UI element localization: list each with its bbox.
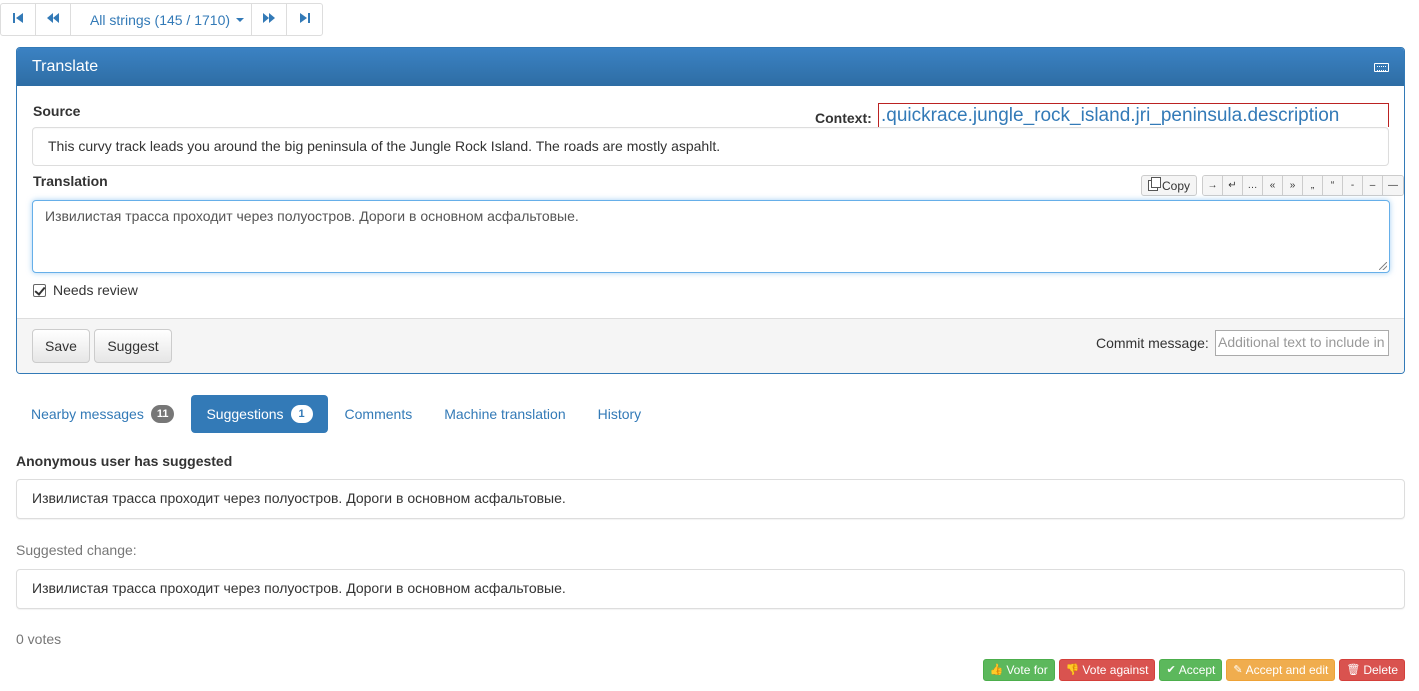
delete-label: Delete	[1363, 663, 1398, 677]
next-string-button[interactable]	[252, 4, 287, 35]
previous-icon	[46, 12, 60, 27]
accept-and-edit-label: Accept and edit	[1245, 663, 1329, 677]
suggested-change-box: Извилистая трасса проходит через полуост…	[16, 569, 1405, 609]
last-string-button[interactable]	[287, 4, 322, 35]
insert-char-button[interactable]: …	[1243, 176, 1263, 195]
accept-label: Accept	[1178, 663, 1216, 677]
source-text: This curvy track leads you around the bi…	[48, 138, 721, 154]
commit-message-input[interactable]: Additional text to include in	[1215, 330, 1389, 356]
translation-label: Translation	[33, 173, 108, 189]
suggestion-actions: 👍 Vote for 👎 Vote against ✔ Accept ✎ Acc…	[982, 659, 1405, 681]
last-icon	[299, 12, 311, 27]
accept-button[interactable]: ✔ Accept	[1159, 659, 1223, 681]
tab-nearby-messages[interactable]: Nearby messages 11	[16, 395, 189, 433]
source-label: Source	[33, 103, 81, 119]
special-characters-toolbar: → ↵ … « » „ “ ‑ – —	[1202, 175, 1404, 196]
thumbs-down-icon: 👎	[1065, 663, 1080, 676]
panel-title: Translate	[32, 58, 99, 75]
votes-count: 0 votes	[16, 631, 62, 647]
tab-label: Suggestions	[206, 406, 284, 422]
translate-panel: Translate Source This curvy track leads …	[16, 47, 1405, 374]
suggestion-text-box: Извилистая трасса проходит через полуост…	[16, 479, 1405, 519]
vote-for-button[interactable]: 👍 Vote for	[982, 659, 1055, 681]
string-position-dropdown[interactable]: All strings (145 / 1710)	[71, 4, 252, 35]
source-text-box: This curvy track leads you around the bi…	[32, 127, 1389, 166]
keyboard-icon[interactable]	[1374, 63, 1389, 72]
insert-char-button[interactable]: →	[1203, 176, 1223, 195]
tab-label: Nearby messages	[31, 406, 144, 422]
tab-label: History	[597, 406, 642, 422]
tab-machine-translation[interactable]: Machine translation	[429, 395, 580, 433]
save-button[interactable]: Save	[32, 329, 90, 363]
pencil-icon: ✎	[1233, 663, 1243, 676]
panel-footer: Save Suggest Commit message: Additional …	[17, 318, 1404, 373]
suggest-button[interactable]: Suggest	[94, 329, 172, 363]
chevron-down-icon	[236, 17, 245, 22]
context-value: .quickrace.jungle_rock_island.jri_penins…	[878, 103, 1389, 127]
copy-button[interactable]: Copy	[1141, 175, 1198, 196]
suggestion-heading: Anonymous user has suggested	[16, 453, 233, 469]
insert-char-button[interactable]: “	[1323, 176, 1343, 195]
delete-button[interactable]: 🗑 Delete	[1339, 659, 1405, 681]
needs-review-label: Needs review	[53, 282, 138, 298]
suggested-change-label: Suggested change:	[16, 542, 137, 558]
vote-for-label: Vote for	[1006, 663, 1048, 677]
needs-review-row: Needs review	[33, 282, 138, 298]
translation-textarea[interactable]: Извилистая трасса проходит через полуост…	[32, 200, 1390, 273]
check-icon: ✔	[1166, 663, 1176, 676]
string-pager: All strings (145 / 1710)	[0, 3, 323, 36]
resize-handle-icon[interactable]	[1379, 262, 1387, 270]
panel-header: Translate	[17, 48, 1404, 86]
context-label: Context:	[815, 110, 872, 126]
commit-message-label: Commit message:	[1096, 335, 1209, 351]
needs-review-checkbox[interactable]	[33, 283, 46, 297]
accept-and-edit-button[interactable]: ✎ Accept and edit	[1226, 659, 1336, 681]
first-icon	[12, 12, 24, 27]
copy-icon	[1148, 177, 1161, 191]
suggestion-text: Извилистая трасса проходит через полуост…	[32, 490, 566, 506]
insert-char-button[interactable]: «	[1263, 176, 1283, 195]
tab-label: Machine translation	[444, 406, 566, 422]
next-icon	[262, 12, 276, 27]
copy-button-label: Copy	[1162, 178, 1191, 193]
previous-string-button[interactable]	[36, 4, 71, 35]
vote-against-label: Vote against	[1082, 663, 1149, 677]
tab-label: Comments	[344, 406, 413, 422]
tabs-bar: Nearby messages 11 Suggestions 1 Comment…	[16, 395, 656, 433]
string-position-label: All strings (145 / 1710)	[89, 11, 231, 28]
trash-icon: 🗑	[1346, 663, 1361, 676]
insert-char-button[interactable]: ‑	[1343, 176, 1363, 195]
count-badge: 11	[150, 405, 175, 423]
first-string-button[interactable]	[1, 4, 36, 35]
insert-char-button[interactable]: „	[1303, 176, 1323, 195]
thumbs-up-icon: 👍	[989, 663, 1004, 676]
translation-text: Извилистая трасса проходит через полуост…	[45, 208, 579, 224]
insert-char-button[interactable]: ↵	[1223, 176, 1243, 195]
insert-char-button[interactable]: –	[1363, 176, 1383, 195]
insert-char-button[interactable]: —	[1383, 176, 1403, 195]
tab-history[interactable]: History	[583, 395, 657, 433]
count-badge: 1	[290, 405, 313, 423]
suggested-change-text: Извилистая трасса проходит через полуост…	[32, 580, 566, 596]
insert-char-button[interactable]: »	[1283, 176, 1303, 195]
vote-against-button[interactable]: 👎 Vote against	[1058, 659, 1156, 681]
tab-comments[interactable]: Comments	[330, 395, 428, 433]
tab-suggestions[interactable]: Suggestions 1	[191, 395, 328, 433]
